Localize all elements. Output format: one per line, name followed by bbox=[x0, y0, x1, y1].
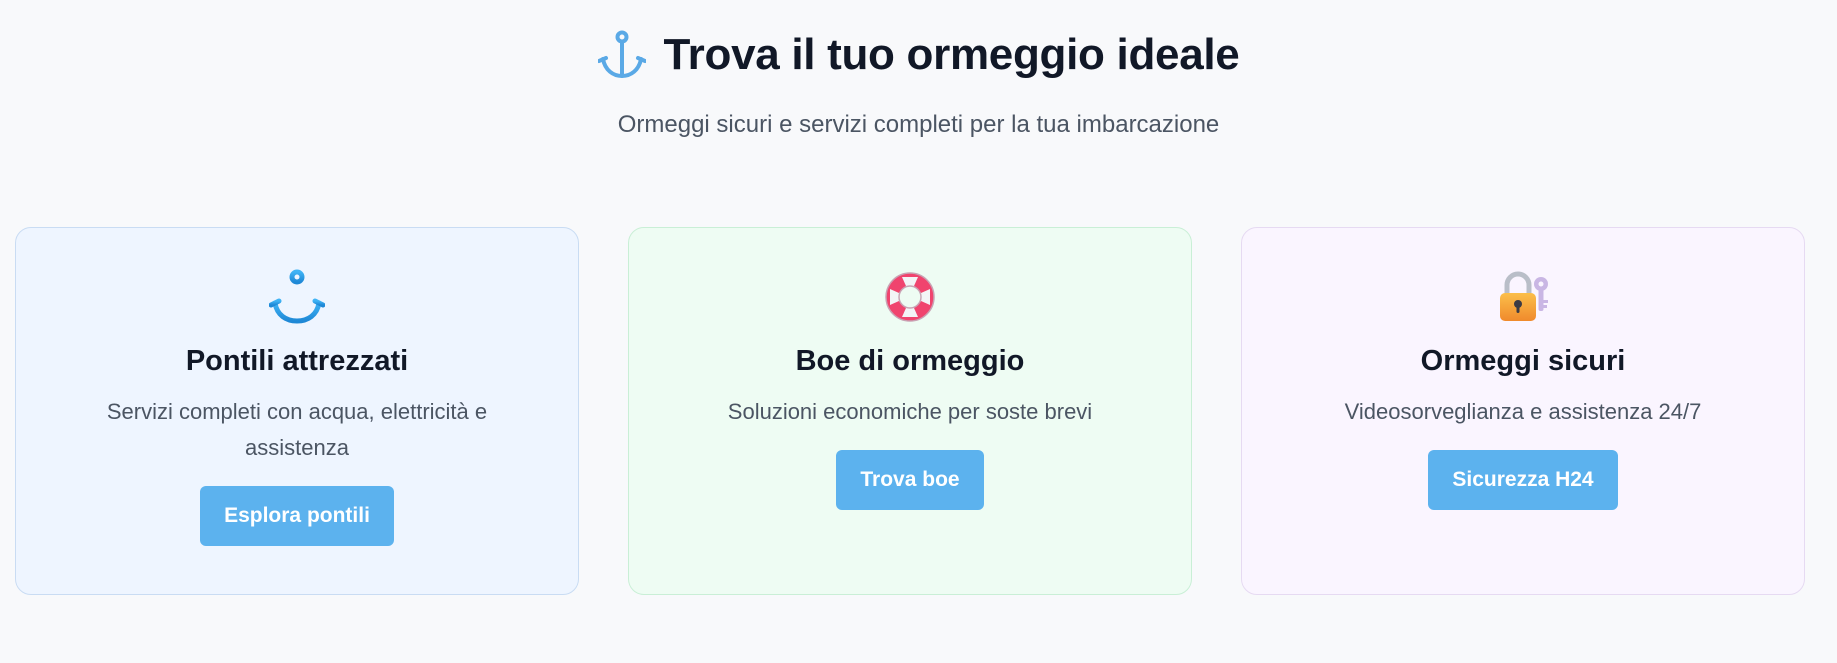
card-description: Soluzioni economiche per soste brevi bbox=[727, 399, 1093, 424]
card-ormeggi-sicuri: Ormeggi sicuri Videosorveglianza e assis… bbox=[1241, 227, 1805, 595]
lock-with-key-icon bbox=[1500, 271, 1548, 321]
card-description: Servizi completi con acqua, elettricità … bbox=[106, 399, 488, 460]
anchor-icon bbox=[597, 30, 646, 79]
explore-docks-button[interactable]: Esplora pontili bbox=[200, 486, 394, 546]
lifebuoy-icon bbox=[885, 272, 935, 322]
security-h24-button[interactable]: Sicurezza H24 bbox=[1428, 450, 1618, 510]
find-buoys-button[interactable]: Trova boe bbox=[836, 450, 984, 510]
page: Trova il tuo ormeggio ideale Ormeggi sic… bbox=[0, 0, 1837, 663]
card-boe: Boe di ormeggio Soluzioni economiche per… bbox=[628, 227, 1192, 595]
card-pontili: Pontili attrezzati Servizi completi con … bbox=[15, 227, 579, 595]
anchor-icon bbox=[269, 269, 325, 324]
page-subtitle: Ormeggi sicuri e servizi completi per la… bbox=[617, 111, 1220, 138]
card-title: Boe di ormeggio bbox=[795, 345, 1025, 377]
page-title: Trova il tuo ormeggio ideale bbox=[597, 30, 1240, 80]
page-title-text: Trova il tuo ormeggio ideale bbox=[663, 30, 1240, 79]
hero-section: Trova il tuo ormeggio ideale Ormeggi sic… bbox=[0, 30, 1837, 139]
card-title: Ormeggi sicuri bbox=[1420, 345, 1626, 377]
feature-cards: Pontili attrezzati Servizi completi con … bbox=[15, 227, 1805, 595]
card-title: Pontili attrezzati bbox=[185, 345, 409, 377]
card-description: Videosorveglianza e assistenza 24/7 bbox=[1344, 399, 1702, 424]
